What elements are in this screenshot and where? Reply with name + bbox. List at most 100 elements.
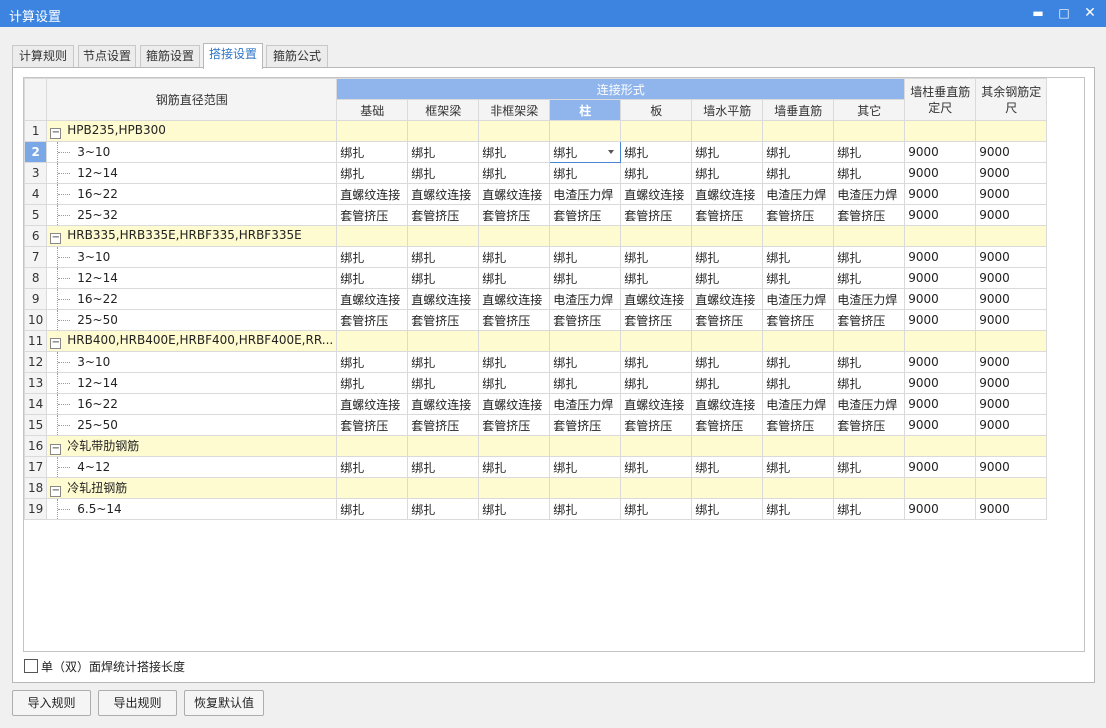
tab-calc-rules[interactable]: 计算规则: [12, 45, 74, 68]
connection-cell[interactable]: 套管挤压: [478, 204, 551, 226]
connection-cell[interactable]: 绑扎: [336, 162, 409, 184]
connection-cell[interactable]: 套管挤压: [833, 204, 906, 226]
other-length-cell[interactable]: [975, 477, 1048, 499]
connection-cell[interactable]: [691, 435, 764, 457]
connection-cell[interactable]: 套管挤压: [407, 309, 480, 331]
collapse-icon[interactable]: −: [50, 233, 62, 244]
connection-cell[interactable]: 绑扎: [478, 267, 551, 289]
connection-cell[interactable]: 直螺纹连接: [478, 288, 551, 310]
connection-cell[interactable]: 绑扎: [691, 141, 764, 163]
connection-cell[interactable]: 套管挤压: [478, 309, 551, 331]
connection-cell[interactable]: 绑扎: [407, 162, 480, 184]
other-length-cell[interactable]: [975, 330, 1048, 352]
connection-cell[interactable]: 绑扎: [833, 456, 906, 478]
wall-length-cell[interactable]: 9000: [904, 288, 977, 310]
connection-cell[interactable]: 套管挤压: [407, 414, 480, 436]
wall-length-cell[interactable]: 9000: [904, 456, 977, 478]
header-col-2[interactable]: 非框架梁: [478, 99, 551, 121]
connection-cell[interactable]: 电渣压力焊: [762, 393, 835, 415]
connection-cell[interactable]: 绑扎: [762, 246, 835, 268]
connection-cell[interactable]: 绑扎: [620, 246, 693, 268]
connection-cell[interactable]: [478, 120, 551, 142]
connection-cell[interactable]: 绑扎: [833, 162, 906, 184]
connection-cell[interactable]: [691, 225, 764, 247]
connection-cell[interactable]: 电渣压力焊: [549, 393, 622, 415]
connection-cell[interactable]: [620, 435, 693, 457]
connection-cell[interactable]: [620, 477, 693, 499]
connection-cell[interactable]: 绑扎: [762, 351, 835, 373]
connection-cell[interactable]: 套管挤压: [691, 414, 764, 436]
row-number[interactable]: 18: [24, 477, 48, 499]
header-col-7[interactable]: 其它: [833, 99, 906, 121]
connection-cell[interactable]: 绑扎: [833, 267, 906, 289]
row-number[interactable]: 7: [24, 246, 48, 268]
connection-cell[interactable]: [762, 330, 835, 352]
other-length-cell[interactable]: 9000: [975, 372, 1048, 394]
wall-length-cell[interactable]: [904, 120, 977, 142]
connection-cell[interactable]: 绑扎: [336, 456, 409, 478]
connection-cell[interactable]: 直螺纹连接: [336, 183, 409, 205]
connection-cell[interactable]: 套管挤压: [620, 414, 693, 436]
header-col-6[interactable]: 墙垂直筋: [762, 99, 835, 121]
connection-cell[interactable]: 绑扎: [407, 267, 480, 289]
wall-length-cell[interactable]: 9000: [904, 204, 977, 226]
connection-cell[interactable]: [833, 435, 906, 457]
connection-cell[interactable]: 套管挤压: [549, 414, 622, 436]
connection-cell[interactable]: 套管挤压: [549, 309, 622, 331]
connection-cell[interactable]: 套管挤压: [336, 204, 409, 226]
connection-cell[interactable]: [762, 225, 835, 247]
connection-cell[interactable]: 绑扎: [407, 246, 480, 268]
other-length-cell[interactable]: 9000: [975, 498, 1048, 520]
connection-cell[interactable]: [620, 225, 693, 247]
connection-cell[interactable]: [620, 330, 693, 352]
dropdown-arrow-icon[interactable]: [608, 150, 615, 154]
connection-cell[interactable]: [762, 435, 835, 457]
row-number[interactable]: 14: [24, 393, 48, 415]
header-col-3[interactable]: 柱: [549, 99, 622, 121]
connection-cell[interactable]: [407, 435, 480, 457]
connection-cell[interactable]: 电渣压力焊: [833, 288, 906, 310]
connection-cell[interactable]: 绑扎: [407, 141, 480, 163]
collapse-icon[interactable]: −: [50, 338, 62, 349]
connection-cell[interactable]: [336, 225, 409, 247]
connection-cell[interactable]: 套管挤压: [833, 414, 906, 436]
wall-length-cell[interactable]: [904, 477, 977, 499]
connection-cell[interactable]: 绑扎: [549, 456, 622, 478]
connection-cell[interactable]: 绑扎: [549, 351, 622, 373]
connection-cell[interactable]: 直螺纹连接: [407, 288, 480, 310]
connection-cell[interactable]: [833, 330, 906, 352]
wall-length-cell[interactable]: [904, 330, 977, 352]
other-length-cell[interactable]: 9000: [975, 414, 1048, 436]
connection-cell[interactable]: [762, 120, 835, 142]
row-number[interactable]: 17: [24, 456, 48, 478]
tab-lap-settings[interactable]: 搭接设置: [203, 43, 263, 69]
row-number[interactable]: 1: [24, 120, 48, 142]
connection-cell[interactable]: [478, 477, 551, 499]
row-number[interactable]: 13: [24, 372, 48, 394]
connection-cell[interactable]: 电渣压力焊: [762, 288, 835, 310]
connection-cell[interactable]: 套管挤压: [762, 309, 835, 331]
connection-cell[interactable]: 绑扎: [691, 456, 764, 478]
connection-cell[interactable]: [478, 330, 551, 352]
wall-length-cell[interactable]: 9000: [904, 246, 977, 268]
row-number[interactable]: 6: [24, 225, 48, 247]
other-length-cell[interactable]: 9000: [975, 204, 1048, 226]
row-number[interactable]: 19: [24, 498, 48, 520]
connection-cell[interactable]: 绑扎: [762, 498, 835, 520]
connection-cell[interactable]: [549, 330, 622, 352]
connection-cell[interactable]: 绑扎: [336, 372, 409, 394]
connection-cell[interactable]: 套管挤压: [762, 414, 835, 436]
connection-cell[interactable]: 绑扎: [407, 456, 480, 478]
connection-cell[interactable]: 套管挤压: [620, 309, 693, 331]
connection-cell[interactable]: 电渣压力焊: [833, 393, 906, 415]
connection-cell[interactable]: [549, 477, 622, 499]
connection-cell[interactable]: 电渣压力焊: [762, 183, 835, 205]
row-number[interactable]: 8: [24, 267, 48, 289]
connection-cell[interactable]: [620, 120, 693, 142]
connection-cell[interactable]: 绑扎: [833, 351, 906, 373]
connection-cell[interactable]: 绑扎: [478, 372, 551, 394]
row-number[interactable]: 3: [24, 162, 48, 184]
wall-length-cell[interactable]: 9000: [904, 372, 977, 394]
connection-cell[interactable]: 绑扎: [549, 498, 622, 520]
other-length-cell[interactable]: 9000: [975, 351, 1048, 373]
